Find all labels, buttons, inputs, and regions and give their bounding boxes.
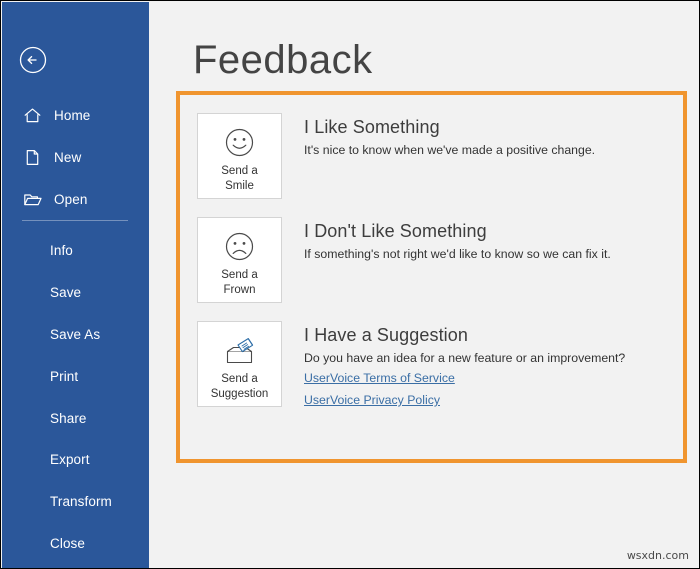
uservoice-privacy-policy-link[interactable]: UserVoice Privacy Policy: [304, 389, 440, 411]
sidebar-primary-nav: Home New Open: [2, 94, 149, 220]
feedback-card-dislike: Send a Frown I Don't Like Something If so…: [197, 217, 677, 303]
sidebar-item-export[interactable]: Export: [2, 439, 149, 481]
card-title: I Have a Suggestion: [304, 325, 469, 345]
sidebar-item-home[interactable]: Home: [2, 94, 149, 136]
office-backstage-window: Home New Open Info Save Save As Print Sh…: [0, 0, 700, 569]
card-text-block: I Have a Suggestion Do you have an idea …: [304, 321, 625, 411]
sidebar-item-new[interactable]: New: [2, 136, 149, 178]
home-icon: [22, 105, 42, 125]
arrow-left-circle-icon: [19, 46, 47, 74]
sidebar-item-label: Info: [50, 243, 73, 259]
sidebar-item-label: New: [54, 149, 82, 165]
card-description: It's nice to know when we've made a posi…: [304, 143, 596, 157]
sidebar-item-label: Export: [50, 452, 90, 468]
frowny-face-icon: [223, 229, 257, 263]
feedback-card-suggestion: Send a Suggestion I Have a Suggestion Do …: [197, 321, 677, 411]
tile-label: Send a Smile: [221, 165, 258, 192]
sidebar-item-label: Print: [50, 368, 79, 384]
card-title: I Like Something: [304, 117, 440, 137]
sidebar-item-label: Close: [50, 535, 86, 551]
send-a-frown-button[interactable]: Send a Frown: [197, 217, 282, 303]
card-text-block: I Like Something It's nice to know when …: [304, 113, 595, 159]
tile-label: Send a Suggestion: [210, 373, 269, 400]
sidebar-item-info[interactable]: Info: [2, 230, 149, 272]
card-description: If something's not right we'd like to kn…: [304, 247, 611, 261]
send-a-smile-button[interactable]: Send a Smile: [197, 113, 282, 199]
page-title: Feedback: [193, 38, 373, 82]
smiley-face-icon: [223, 125, 257, 159]
sidebar-divider: [22, 220, 128, 221]
card-text-block: I Don't Like Something If something's no…: [304, 217, 611, 263]
content-pane: Feedback Send a Smile I Like Something I…: [149, 2, 698, 567]
sidebar-item-share[interactable]: Share: [2, 397, 149, 439]
sidebar-item-label: Save: [50, 285, 82, 301]
backstage-sidebar: Home New Open Info Save Save As Print Sh…: [2, 2, 149, 568]
card-description: Do you have an idea for a new feature or…: [304, 351, 626, 365]
sidebar-item-label: Share: [50, 410, 87, 426]
send-a-suggestion-button[interactable]: Send a Suggestion: [197, 321, 282, 407]
open-folder-icon: [22, 189, 42, 209]
sidebar-item-open[interactable]: Open: [2, 178, 149, 220]
sidebar-item-label: Home: [54, 107, 91, 123]
sidebar-item-save-as[interactable]: Save As: [2, 314, 149, 356]
uservoice-terms-of-service-link[interactable]: UserVoice Terms of Service: [304, 367, 455, 389]
sidebar-item-label: Open: [54, 191, 88, 207]
back-button[interactable]: [19, 46, 47, 74]
sidebar-item-label: Transform: [50, 494, 112, 510]
sidebar-item-print[interactable]: Print: [2, 355, 149, 397]
sidebar-item-label: Save As: [50, 326, 101, 342]
sidebar-item-transform[interactable]: Transform: [2, 481, 149, 523]
sidebar-item-close[interactable]: Close: [2, 523, 149, 565]
suggestion-box-icon: [223, 333, 257, 367]
sidebar-item-save[interactable]: Save: [2, 272, 149, 314]
card-title: I Don't Like Something: [304, 221, 487, 241]
new-document-icon: [22, 147, 42, 167]
tile-label: Send a Frown: [221, 269, 258, 296]
watermark: wsxdn.com: [626, 549, 689, 562]
sidebar-secondary-nav: Info Save Save As Print Share Export Tra…: [2, 230, 149, 564]
feedback-card-like: Send a Smile I Like Something It's nice t…: [197, 113, 677, 199]
feedback-options-list: Send a Smile I Like Something It's nice t…: [197, 113, 677, 429]
